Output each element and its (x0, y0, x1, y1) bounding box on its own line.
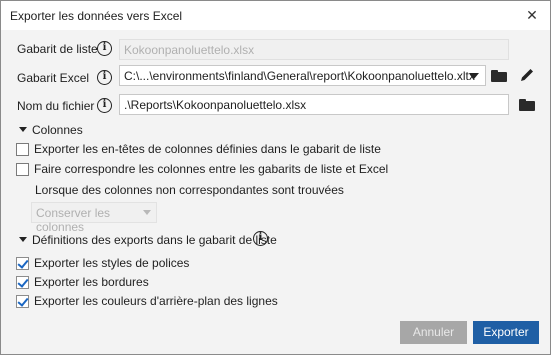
info-icon[interactable]: i (97, 41, 112, 56)
folder-icon[interactable] (491, 70, 507, 82)
checkbox-label: Faire correspondre les colonnes entre le… (34, 162, 389, 176)
caret-down-icon (19, 127, 27, 133)
colonnes-section-toggle[interactable]: Colonnes (19, 123, 83, 137)
gabarit-excel-label: Gabarit Excel (17, 71, 90, 85)
caret-down-icon (19, 237, 27, 243)
gabarit-liste-field: Kokoonpanoluettelo.xlsx (119, 39, 509, 60)
chevron-down-icon (143, 210, 151, 215)
nom-fichier-input[interactable]: .\Reports\Kokoonpanoluettelo.xlsx (119, 94, 509, 115)
export-button[interactable]: Exporter (473, 321, 539, 344)
gabarit-excel-value: C:\...\environments\finland\General\repo… (124, 69, 475, 83)
checkbox-match-columns[interactable] (16, 163, 29, 176)
close-icon[interactable]: ✕ (522, 5, 542, 25)
pencil-icon[interactable] (519, 67, 535, 83)
checkbox-label: Exporter les en-têtes de colonnes défini… (34, 142, 381, 156)
mismatch-select: Conserver les colonnes (31, 202, 157, 234)
checkbox-label: Exporter les styles de polices (34, 256, 190, 270)
colonnes-heading: Colonnes (32, 123, 83, 137)
definitions-section-toggle[interactable]: Définitions des exports dans le gabarit … (19, 233, 277, 247)
checkbox-label: Exporter les bordures (34, 275, 149, 289)
mismatch-select-value: Conserver les colonnes (36, 206, 111, 234)
dialog-body: Gabarit de liste i Kokoonpanoluettelo.xl… (1, 30, 550, 354)
cancel-button: Annuler (400, 321, 467, 344)
export-dialog: Exporter les données vers Excel ✕ Gabari… (0, 0, 551, 355)
checkbox-export-borders[interactable] (16, 276, 29, 289)
window-title: Exporter les données vers Excel (10, 9, 183, 23)
checkbox-export-headers[interactable] (16, 143, 29, 156)
info-icon[interactable]: i (253, 231, 268, 246)
checkbox-label: Exporter les couleurs d'arrière-plan des… (34, 294, 278, 308)
checkbox-export-fonts[interactable] (16, 257, 29, 270)
folder-icon[interactable] (519, 99, 535, 111)
definitions-heading: Définitions des exports dans le gabarit … (32, 233, 277, 247)
chevron-down-icon (469, 73, 479, 79)
info-icon[interactable]: i (97, 70, 112, 85)
nom-fichier-label: Nom du fichier (17, 99, 95, 113)
title-bar: Exporter les données vers Excel ✕ (1, 1, 550, 30)
info-icon[interactable]: i (97, 98, 112, 113)
gabarit-liste-label: Gabarit de liste (17, 42, 98, 56)
mismatch-label: Lorsque des colonnes non correspondantes… (35, 183, 344, 197)
gabarit-excel-select[interactable]: C:\...\environments\finland\General\repo… (119, 65, 486, 86)
checkbox-export-bg-colors[interactable] (16, 295, 29, 308)
